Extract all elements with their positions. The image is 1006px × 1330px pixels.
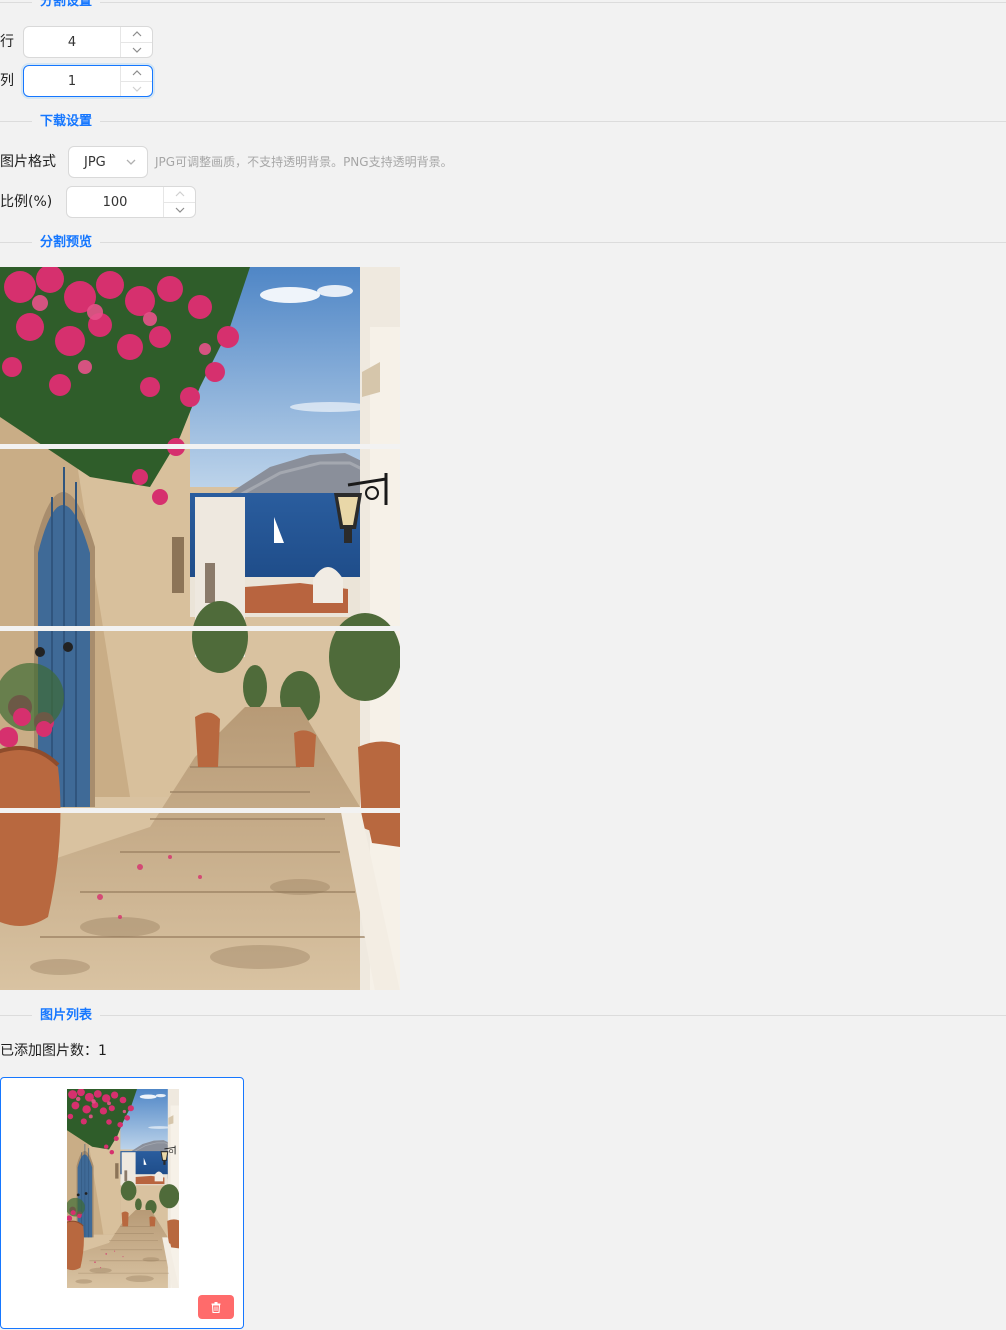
cols-stepper [120,66,152,96]
format-label: 图片格式 [0,154,56,170]
scale-stepper [163,187,195,217]
scale-input-value[interactable]: 100 [67,187,163,217]
section-title-split: 分割设置 [32,0,101,11]
scale-label: 比例(%) [0,194,53,210]
section-title-download: 下载设置 [32,113,101,131]
preview-tile-3 [0,631,400,808]
cols-input[interactable]: 1 [23,65,153,97]
rows-label: 行 [0,34,14,50]
image-card[interactable] [0,1077,244,1329]
chevron-up-icon[interactable] [164,187,195,203]
chevron-up-icon[interactable] [121,66,152,82]
preview-tile-1 [0,267,400,444]
section-title-preview: 分割预览 [32,234,101,252]
section-title-list: 图片列表 [32,1007,101,1025]
section-divider-list [0,1015,1006,1016]
preview-tile-2 [0,449,400,626]
rows-stepper [120,27,152,57]
format-select[interactable]: JPG [68,146,148,178]
chevron-down-icon[interactable] [121,82,152,97]
format-select-value: JPG [84,154,106,170]
cols-label: 列 [0,73,14,89]
chevron-down-icon [126,159,136,165]
rows-input[interactable]: 4 [23,26,153,58]
trash-icon [211,1301,221,1313]
rows-input-value[interactable]: 4 [24,27,120,57]
image-thumbnail[interactable] [67,1089,179,1288]
image-count: 已添加图片数：1 [0,1043,107,1059]
cols-input-value[interactable]: 1 [24,66,120,96]
delete-button[interactable] [198,1295,234,1319]
section-divider-preview [0,242,1006,243]
chevron-down-icon[interactable] [164,203,195,218]
chevron-up-icon[interactable] [121,27,152,43]
section-divider-download [0,121,1006,122]
format-hint: JPG可调整画质，不支持透明背景。PNG支持透明背景。 [155,155,453,169]
section-divider-split [0,2,1006,3]
scale-input[interactable]: 100 [66,186,196,218]
chevron-down-icon[interactable] [121,43,152,58]
preview-tile-4 [0,813,400,990]
